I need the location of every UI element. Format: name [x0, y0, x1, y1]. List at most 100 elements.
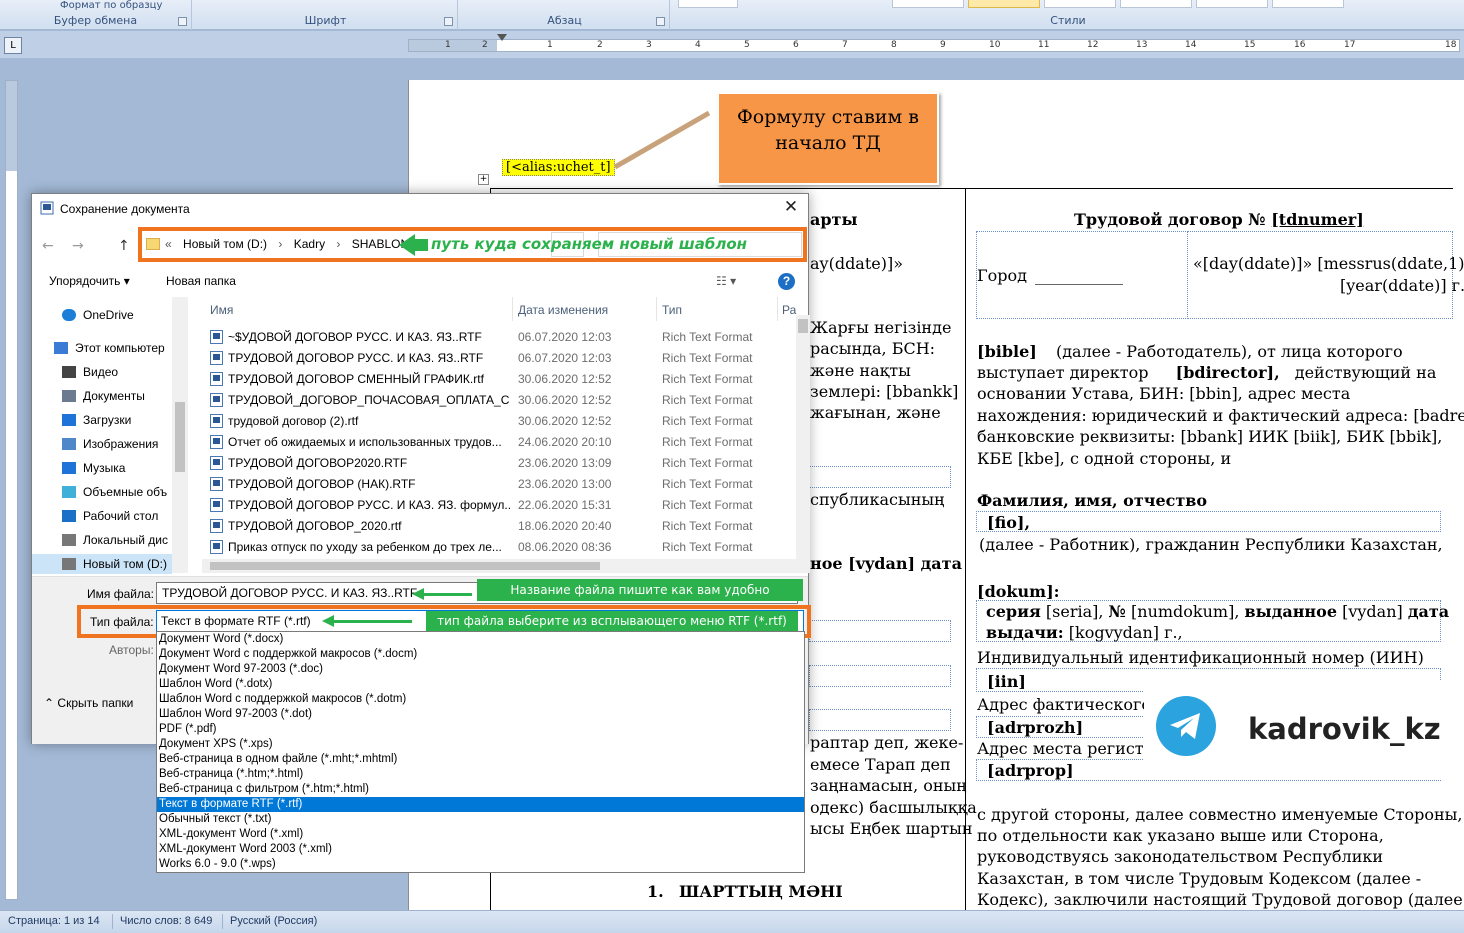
filetype-option[interactable]: XML-документ Word (*.xml): [157, 827, 804, 842]
scroll-thumb[interactable]: [798, 319, 808, 333]
file-row[interactable]: ТРУДОВОЙ ДОГОВОР РУСС. И КАЗ. ЯЗ..RTF 06.…: [202, 348, 797, 369]
file-list-scrollbar[interactable]: [796, 315, 810, 559]
breadcrumb-drive[interactable]: Новый том (D:): [183, 237, 267, 251]
nav-item-3d-objects[interactable]: Объемные объ: [62, 482, 167, 502]
file-type: Rich Text Format: [662, 414, 753, 428]
help-icon[interactable]: ?: [778, 273, 795, 290]
filetype-annotation: тип файла выберите из всплывающего меню …: [426, 611, 798, 631]
filetype-option[interactable]: Документ XPS (*.xps): [157, 737, 804, 752]
dialog-launcher-icon[interactable]: [178, 17, 187, 26]
file-list-hscrollbar[interactable]: [202, 559, 810, 573]
status-page[interactable]: Страница: 1 из 14: [8, 915, 100, 927]
style-swatch-selected[interactable]: [968, 0, 1040, 8]
nav-item-new-volume[interactable]: Новый том (D:): [32, 554, 172, 574]
column-header-date[interactable]: Дата изменения: [518, 303, 608, 317]
nav-item-onedrive[interactable]: OneDrive: [62, 305, 134, 325]
nav-item-music[interactable]: Музыка: [62, 458, 125, 478]
table-move-handle-icon[interactable]: +: [478, 174, 489, 185]
ribbon-group-styles[interactable]: Стили: [672, 0, 1464, 30]
ribbon-group-clipboard[interactable]: Формат по образцу Буфер обмена: [0, 0, 192, 30]
scroll-thumb[interactable]: [175, 402, 185, 472]
filetype-option[interactable]: Шаблон Word 97-2003 (*.dot): [157, 707, 804, 722]
tab-selector-button[interactable]: L: [4, 37, 22, 54]
filetype-option[interactable]: Обычный текст (*.txt): [157, 812, 804, 827]
file-type: Rich Text Format: [662, 351, 753, 365]
scroll-thumb[interactable]: [210, 562, 600, 570]
column-header-name[interactable]: Имя: [210, 303, 233, 317]
column-header-type[interactable]: Тип: [662, 303, 682, 317]
filetype-option[interactable]: Шаблон Word (*.dotx): [157, 677, 804, 692]
dialog-titlebar[interactable]: Сохранение документа ✕: [32, 194, 808, 222]
dialog-launcher-icon[interactable]: [656, 17, 665, 26]
breadcrumb-overflow[interactable]: «: [165, 237, 172, 251]
column-separator[interactable]: [656, 297, 657, 321]
filetype-dropdown[interactable]: Документ Word (*.docx) Документ Word с п…: [156, 631, 805, 873]
ribbon-group-paragraph[interactable]: Абзац: [460, 0, 670, 30]
column-separator[interactable]: [777, 297, 778, 321]
column-header-size[interactable]: Ра: [782, 303, 796, 317]
nav-item-documents[interactable]: Документы: [62, 386, 145, 406]
nav-item-video[interactable]: Видео: [62, 362, 118, 382]
dialog-launcher-icon[interactable]: [444, 17, 453, 26]
file-row[interactable]: ТРУДОВОЙ ДОГОВОР СМЕННЫЙ ГРАФИК.rtf 30.06…: [202, 369, 797, 390]
back-arrow-icon[interactable]: ←: [42, 238, 54, 254]
breadcrumb-kadry[interactable]: Kadry: [294, 237, 325, 251]
filetype-option[interactable]: Веб-страница с фильтром (*.htm;*.html): [157, 782, 804, 797]
nav-item-pictures[interactable]: Изображения: [62, 434, 158, 454]
nav-item-downloads[interactable]: Загрузки: [62, 410, 131, 430]
nav-item-this-pc[interactable]: Этот компьютер: [54, 338, 165, 358]
left-text-line: емесе Тарап деп: [810, 755, 951, 774]
nav-item-local-disk[interactable]: Локальный дис: [62, 530, 168, 550]
filetype-option[interactable]: XML-документ Word 2003 (*.xml): [157, 842, 804, 857]
alias-field[interactable]: [<alias:uchet_t]: [502, 159, 615, 176]
style-swatch[interactable]: [678, 0, 738, 8]
style-swatch[interactable]: [892, 0, 964, 8]
filetype-option[interactable]: PDF (*.pdf): [157, 722, 804, 737]
column-separator[interactable]: [512, 297, 513, 321]
filetype-option[interactable]: Документ Word (*.docx): [157, 632, 804, 647]
vertical-ruler[interactable]: [5, 80, 18, 900]
new-folder-button[interactable]: Новая папка: [166, 274, 236, 288]
style-swatch[interactable]: [1272, 0, 1344, 8]
filetype-option-selected[interactable]: Текст в формате RTF (*.rtf): [157, 797, 804, 812]
file-row[interactable]: трудовой договор (2).rtf 30.06.2020 12:52…: [202, 411, 797, 432]
hide-folders-button[interactable]: ⌃ Скрыть папки: [44, 696, 133, 710]
filetype-option[interactable]: Веб-страница (*.htm;*.html): [157, 767, 804, 782]
iin-label: Индивидуальный идентификационный номер (…: [977, 648, 1424, 667]
status-language[interactable]: Русский (Россия): [230, 915, 317, 927]
file-row[interactable]: ТРУДОВОЙ_ДОГОВОР_ПОЧАСОВАЯ_ОПЛАТА_С... 30…: [202, 390, 797, 411]
format-painter-label[interactable]: Формат по образцу: [60, 0, 162, 11]
file-row[interactable]: Приказ отпуск по уходу за ребенком до тр…: [202, 537, 797, 558]
rtf-file-icon: [210, 351, 223, 365]
organize-button[interactable]: Упорядочить ▾: [49, 274, 130, 288]
style-swatch[interactable]: [1196, 0, 1268, 8]
file-row[interactable]: ~$УДОВОЙ ДОГОВОР РУСС. И КАЗ. ЯЗ..RTF 06.…: [202, 327, 797, 348]
filetype-option[interactable]: Документ Word с поддержкой макросов (*.d…: [157, 647, 804, 662]
horizontal-ruler[interactable]: 1 2 1 2 3 4 5 6 7 8 9 10 11 12 13 14 15 …: [408, 34, 1460, 52]
path-annotation: путь куда сохраняем новый шаблон: [431, 235, 747, 253]
indent-marker-icon[interactable]: [497, 34, 507, 41]
style-swatch[interactable]: [1044, 0, 1116, 8]
status-word-count[interactable]: Число слов: 8 649: [120, 915, 212, 927]
nav-item-desktop[interactable]: Рабочий стол: [62, 506, 158, 526]
close-button[interactable]: ✕: [780, 197, 802, 219]
view-options-icon[interactable]: ☷ ▾: [716, 274, 736, 288]
filetype-option[interactable]: Works 6.0 - 9.0 (*.wps): [157, 857, 804, 872]
file-row[interactable]: ТРУДОВОЙ ДОГОВОР РУСС. И КАЗ. ЯЗ. формул…: [202, 495, 797, 516]
filetype-option[interactable]: Документ Word 97-2003 (*.doc): [157, 662, 804, 677]
nav-item-label: Загрузки: [83, 413, 132, 427]
file-list[interactable]: Имя Дата изменения Тип Ра ~$УДОВОЙ ДОГОВ…: [202, 297, 810, 573]
file-row[interactable]: ТРУДОВОЙ ДОГОВОР2020.RTF 23.06.2020 13:09…: [202, 453, 797, 474]
up-arrow-icon[interactable]: ↑: [118, 238, 130, 254]
filetype-option[interactable]: Веб-страница в одном файле (*.mht;*.mhtm…: [157, 752, 804, 767]
file-row[interactable]: Отчет об ожидаемых и использованных труд…: [202, 432, 797, 453]
style-swatch[interactable]: [1120, 0, 1192, 8]
filetype-option[interactable]: Шаблон Word с поддержкой макросов (*.dot…: [157, 692, 804, 707]
nav-scrollbar[interactable]: [172, 297, 188, 573]
address-bar[interactable]: « Новый том (D:) › Kadry › SHABLON путь …: [138, 227, 807, 262]
cube-icon: [62, 486, 76, 498]
forward-arrow-icon[interactable]: →: [72, 238, 84, 254]
file-row[interactable]: ТРУДОВОЙ ДОГОВОР (НАК).RTF 23.06.2020 13:…: [202, 474, 797, 495]
file-row[interactable]: ТРУДОВОЙ ДОГОВОР_2020.rtf 18.06.2020 20:4…: [202, 516, 797, 537]
ribbon-group-font[interactable]: Шрифт: [194, 0, 458, 30]
